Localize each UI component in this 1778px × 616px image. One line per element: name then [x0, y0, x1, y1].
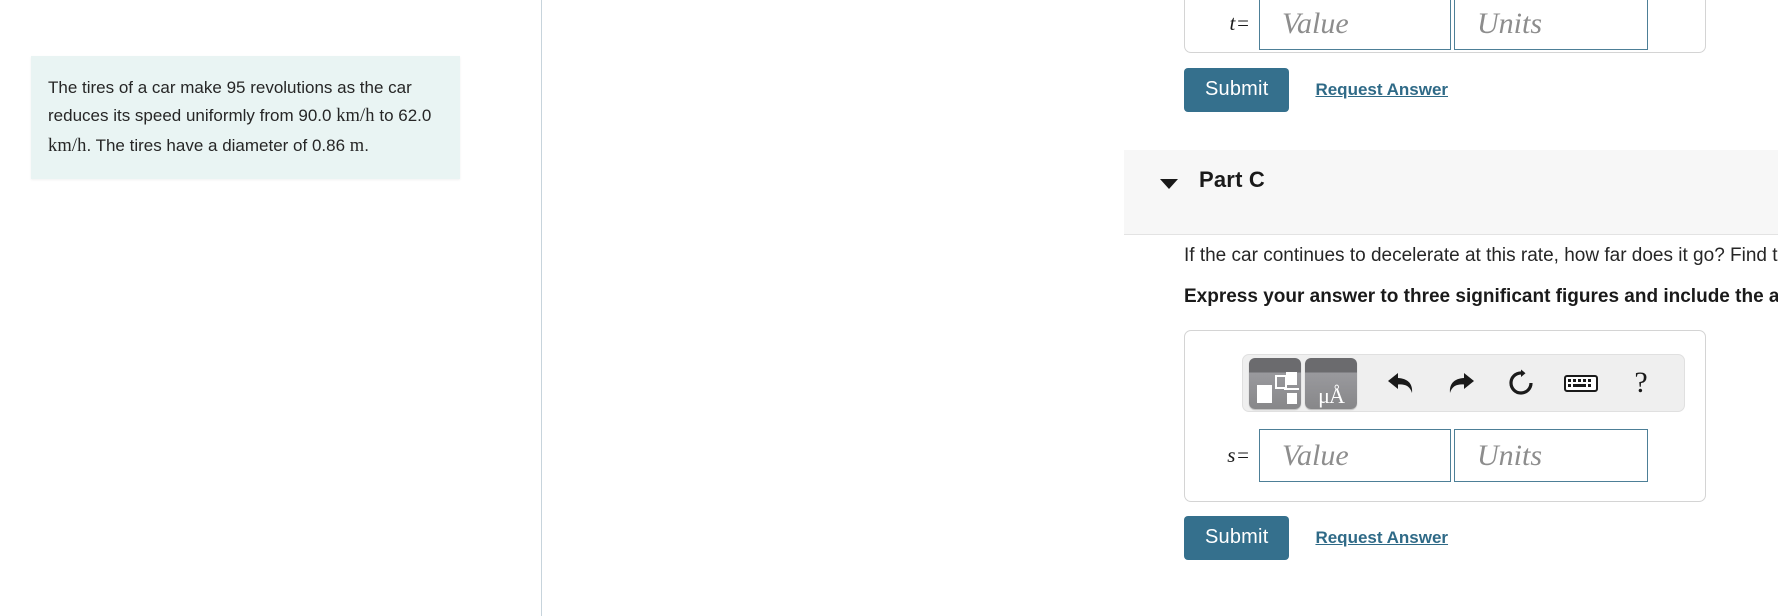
reset-icon[interactable]: [1497, 358, 1545, 409]
part-b-variable-label: t =: [1229, 11, 1249, 35]
units-palette-glyph: μÅ: [1318, 382, 1345, 408]
problem-math-unit: km/h: [48, 135, 87, 156]
part-c-instruction-text: Express your answer to three significant…: [1184, 286, 1778, 307]
part-c-title: Part C: [1199, 167, 1265, 192]
part-b-entry-row: t = Value Units: [1199, 0, 1648, 50]
part-c-header[interactable]: Part C: [1124, 150, 1778, 235]
part-c-answer-toolbar: μÅ ?: [1242, 354, 1685, 412]
problem-prose: .: [364, 135, 370, 155]
part-c-value-input[interactable]: Value: [1259, 429, 1451, 482]
caret-down-icon[interactable]: [1160, 179, 1178, 189]
problem-statement-card: The tires of a car make 95 revolutions a…: [31, 56, 460, 180]
part-b-request-answer-link[interactable]: Request Answer: [1315, 80, 1448, 100]
problem-statement-pane: The tires of a car make 95 revolutions a…: [0, 0, 541, 616]
part-c-request-answer-link[interactable]: Request Answer: [1315, 528, 1448, 548]
part-c-variable-label: s =: [1227, 443, 1249, 467]
part-b-submit-button[interactable]: Submit: [1184, 68, 1290, 112]
part-c-units-input[interactable]: Units: [1454, 429, 1648, 482]
keyboard-icon[interactable]: [1557, 358, 1605, 409]
problem-prose: . The tires have a diameter of 0.86: [86, 135, 350, 155]
part-c-entry-row: s = Value Units: [1199, 429, 1648, 482]
problem-prose: to 62.0: [374, 105, 432, 125]
part-c-submit-button[interactable]: Submit: [1184, 516, 1290, 560]
help-icon[interactable]: ?: [1617, 358, 1665, 409]
part-c-actions: Submit Request Answer: [1184, 516, 1448, 560]
problem-statement-text: The tires of a car make 95 revolutions a…: [31, 56, 460, 179]
math-templates-icon[interactable]: [1249, 357, 1301, 409]
part-c-question-text: If the car continues to decelerate at th…: [1184, 245, 1778, 266]
redo-icon[interactable]: [1437, 358, 1485, 409]
part-b-answer-box: t = Value Units: [1184, 0, 1706, 53]
part-b-units-input[interactable]: Units: [1454, 0, 1648, 50]
problem-math-unit: m: [349, 135, 365, 156]
undo-icon[interactable]: [1377, 358, 1425, 409]
part-b-value-input[interactable]: Value: [1259, 0, 1451, 50]
part-c-answer-box: μÅ ? s = Value Units: [1184, 330, 1706, 502]
main-content-pane: t = Value Units Submit Request Answer Pa…: [542, 0, 1778, 616]
problem-math-unit: km/h: [336, 105, 375, 126]
part-b-actions: Submit Request Answer: [1184, 68, 1448, 112]
units-palette-icon[interactable]: μÅ: [1305, 357, 1357, 409]
